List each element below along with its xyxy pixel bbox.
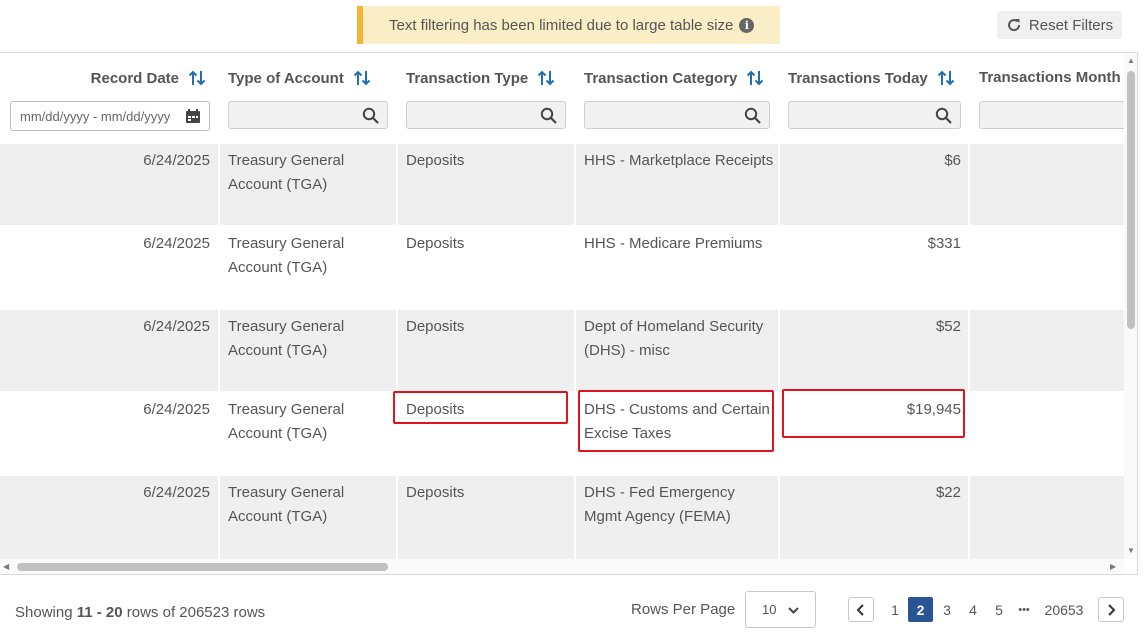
row-count-summary: Showing 11 - 20 rows of 206523 rows — [15, 604, 266, 621]
table-row: 6/24/2025 Treasury General Account (TGA) … — [0, 144, 1124, 225]
cell-transactions-today: $331 — [927, 235, 961, 252]
sort-arrows-icon — [538, 70, 555, 86]
cell-transaction-type: Deposits — [406, 235, 465, 252]
cell-transaction-category: DHS - Fed Emergency Mgmt Agency (FEMA) — [584, 484, 735, 525]
highlight-transaction-type — [393, 391, 568, 424]
type-of-account-filter[interactable] — [228, 101, 388, 129]
cell-transactions-today: $52 — [935, 318, 961, 335]
table-grid: Record Date mm/dd/yyyy - mm/dd/yyyy Type… — [0, 53, 1124, 559]
rows-per-page-value: 10 — [762, 602, 777, 617]
page-last[interactable]: 20653 — [1040, 597, 1088, 622]
date-range-filter[interactable]: mm/dd/yyyy - mm/dd/yyyy — [10, 101, 210, 131]
cell-transaction-category: HHS - Medicare Premiums — [584, 235, 763, 252]
column-label: Transaction Type — [406, 69, 529, 87]
page-ellipsis: ••• — [1018, 603, 1030, 616]
cell-type-of-account: Treasury General Account (TGA) — [228, 152, 345, 193]
cell-transaction-type: Deposits — [406, 484, 465, 501]
cell-transactions-today: $6 — [944, 152, 961, 169]
sort-arrows-icon — [353, 70, 371, 86]
column-label: Type of Account — [228, 69, 344, 87]
reset-filters-label: Reset Filters — [1028, 16, 1114, 34]
search-icon — [935, 107, 952, 124]
search-icon — [540, 107, 557, 124]
scroll-left-icon[interactable]: ◀ — [3, 562, 9, 571]
page-5[interactable]: 5 — [991, 597, 1007, 622]
date-range-placeholder: mm/dd/yyyy - mm/dd/yyyy — [20, 108, 171, 124]
column-header-transaction-category: Transaction Category — [575, 53, 779, 145]
sort-arrows-icon — [937, 70, 954, 86]
calendar-icon[interactable] — [185, 108, 201, 124]
page-4[interactable]: 4 — [965, 597, 981, 622]
column-label: Transactions Today — [788, 69, 928, 87]
reset-icon — [1007, 19, 1020, 32]
data-table: Record Date mm/dd/yyyy - mm/dd/yyyy Type… — [0, 52, 1138, 575]
cell-type-of-account: Treasury General Account (TGA) — [228, 318, 345, 359]
sort-record-date[interactable]: Record Date — [91, 69, 206, 87]
cell-transaction-category: Dept of Homeland Security (DHS) - misc — [584, 318, 764, 359]
cell-transaction-type: Deposits — [406, 318, 465, 335]
transaction-type-filter[interactable] — [406, 101, 566, 129]
table-row: 6/24/2025 Treasury General Account (TGA) … — [0, 476, 1124, 559]
scroll-right-icon[interactable]: ▶ — [1110, 562, 1116, 571]
horizontal-scroll-thumb[interactable] — [17, 563, 388, 571]
info-icon[interactable]: i — [739, 17, 755, 33]
cell-record-date: 6/24/2025 — [143, 401, 210, 418]
horizontal-scrollbar[interactable]: ◀ ▶ — [0, 559, 1124, 574]
sort-transaction-type[interactable]: Transaction Type — [406, 69, 555, 87]
cell-type-of-account: Treasury General Account (TGA) — [228, 235, 345, 276]
transaction-category-filter[interactable] — [584, 101, 770, 129]
cell-transaction-category: HHS - Marketplace Receipts — [584, 152, 774, 169]
scroll-down-icon[interactable]: ▼ — [1127, 546, 1135, 555]
column-header-type-of-account: Type of Account — [219, 53, 397, 145]
page-1[interactable]: 1 — [887, 597, 903, 622]
cell-record-date: 6/24/2025 — [143, 318, 210, 335]
column-header-transactions-today: Transactions Today — [779, 53, 969, 145]
page-3[interactable]: 3 — [939, 597, 955, 622]
cell-type-of-account: Treasury General Account (TGA) — [228, 484, 345, 525]
vertical-scrollbar[interactable]: ▲ ▼ — [1124, 53, 1137, 559]
column-header-record-date: Record Date mm/dd/yyyy - mm/dd/yyyy — [0, 53, 219, 145]
column-header-transactions-month: Transactions Month — [969, 53, 1124, 145]
highlight-transaction-category — [578, 390, 774, 452]
cell-record-date: 6/24/2025 — [143, 484, 210, 501]
sort-transactions-month[interactable]: Transactions Month — [979, 69, 1121, 86]
sort-type-of-account[interactable]: Type of Account — [228, 69, 371, 87]
table-size-notice: Text filtering has been limited due to l… — [357, 6, 780, 44]
highlight-transactions-today — [782, 389, 965, 438]
next-page-button[interactable] — [1098, 597, 1124, 622]
cell-type-of-account: Treasury General Account (TGA) — [228, 401, 345, 442]
sort-arrows-icon — [188, 70, 206, 86]
search-icon — [362, 107, 379, 124]
chevron-down-icon — [788, 607, 799, 614]
column-header-transaction-type: Transaction Type — [397, 53, 575, 145]
cell-transactions-today: $22 — [935, 484, 961, 501]
cell-record-date: 6/24/2025 — [143, 235, 210, 252]
rows-per-page-label: Rows Per Page — [631, 601, 736, 618]
sort-transaction-category[interactable]: Transaction Category — [584, 69, 764, 87]
chevron-right-icon — [1108, 603, 1116, 616]
page-2-current[interactable]: 2 — [908, 597, 933, 622]
rows-per-page-select[interactable]: 10 — [745, 591, 816, 628]
scroll-up-icon[interactable]: ▲ — [1127, 56, 1135, 65]
table-row: 6/24/2025 Treasury General Account (TGA) … — [0, 227, 1124, 310]
column-label: Record Date — [90, 69, 179, 87]
notice-text: Text filtering has been limited due to l… — [389, 16, 734, 34]
reset-filters-button[interactable]: Reset Filters — [997, 11, 1122, 39]
vertical-scroll-thumb[interactable] — [1127, 71, 1135, 329]
cell-transaction-type: Deposits — [406, 152, 465, 169]
previous-page-button[interactable] — [848, 597, 874, 622]
chevron-left-icon — [856, 603, 864, 616]
table-row: 6/24/2025 Treasury General Account (TGA) … — [0, 310, 1124, 391]
column-label: Transactions Month — [979, 69, 1121, 86]
transactions-today-filter[interactable] — [788, 101, 961, 129]
transactions-month-filter[interactable] — [979, 101, 1124, 129]
sort-arrows-icon — [747, 70, 764, 86]
search-icon — [744, 107, 761, 124]
column-label: Transaction Category — [584, 69, 738, 87]
cell-record-date: 6/24/2025 — [143, 152, 210, 169]
sort-transactions-today[interactable]: Transactions Today — [788, 69, 955, 87]
